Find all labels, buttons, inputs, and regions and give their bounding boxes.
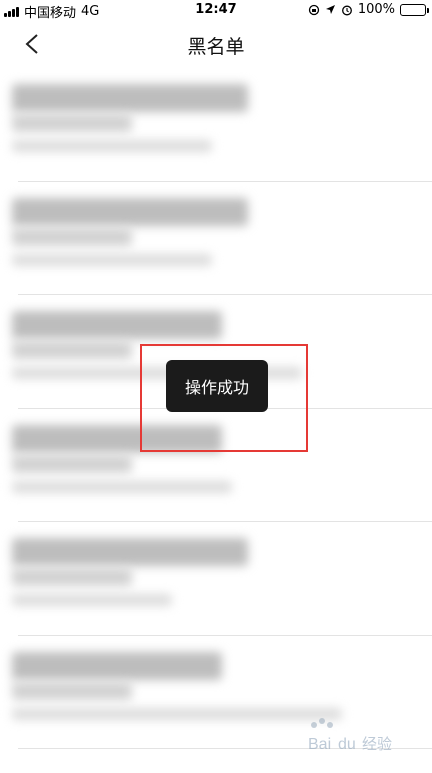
blurred-detail: [12, 454, 132, 473]
svg-text:经验: 经验: [362, 735, 392, 753]
status-bar: 中国移动 4G 12:47 100%: [0, 0, 432, 21]
blurred-name: [12, 311, 222, 339]
toast-text: 操作成功: [184, 378, 249, 397]
battery-percent: 100%: [357, 2, 395, 17]
blurred-meta: [12, 480, 232, 493]
blurred-meta: [12, 140, 212, 152]
blurred-name: [12, 197, 248, 226]
list-item[interactable]: [12, 68, 432, 182]
svg-text:du: du: [338, 736, 356, 753]
blurred-detail: [12, 681, 132, 700]
location-icon: [325, 5, 335, 14]
blurred-name: [12, 651, 222, 680]
blurred-meta: [12, 253, 212, 266]
page-title: 黑名单: [187, 36, 245, 58]
screen: 中国移动 4G 12:47 100% 黑名单 操作成功 Bai du 经验: [0, 0, 432, 773]
blurred-name: [12, 538, 248, 566]
blurred-name: [12, 84, 248, 112]
alarm-icon: [341, 5, 352, 15]
blurred-detail: [12, 341, 132, 359]
blurred-detail: [12, 114, 132, 132]
lock-rotation-icon: [308, 4, 319, 15]
svg-text:Bai: Bai: [308, 736, 331, 753]
blurred-detail: [12, 568, 132, 586]
blurred-meta: [12, 594, 172, 606]
baidu-watermark: Bai du 经验: [308, 718, 392, 753]
blurred-meta: [12, 707, 342, 720]
battery-icon: [400, 3, 429, 16]
nav-bar: 黑名单: [0, 20, 432, 68]
list-item[interactable]: [12, 182, 432, 295]
status-right: 100%: [308, 2, 429, 17]
list-item[interactable]: [12, 522, 432, 636]
blurred-detail: [12, 227, 132, 246]
success-toast: 操作成功: [166, 360, 268, 412]
